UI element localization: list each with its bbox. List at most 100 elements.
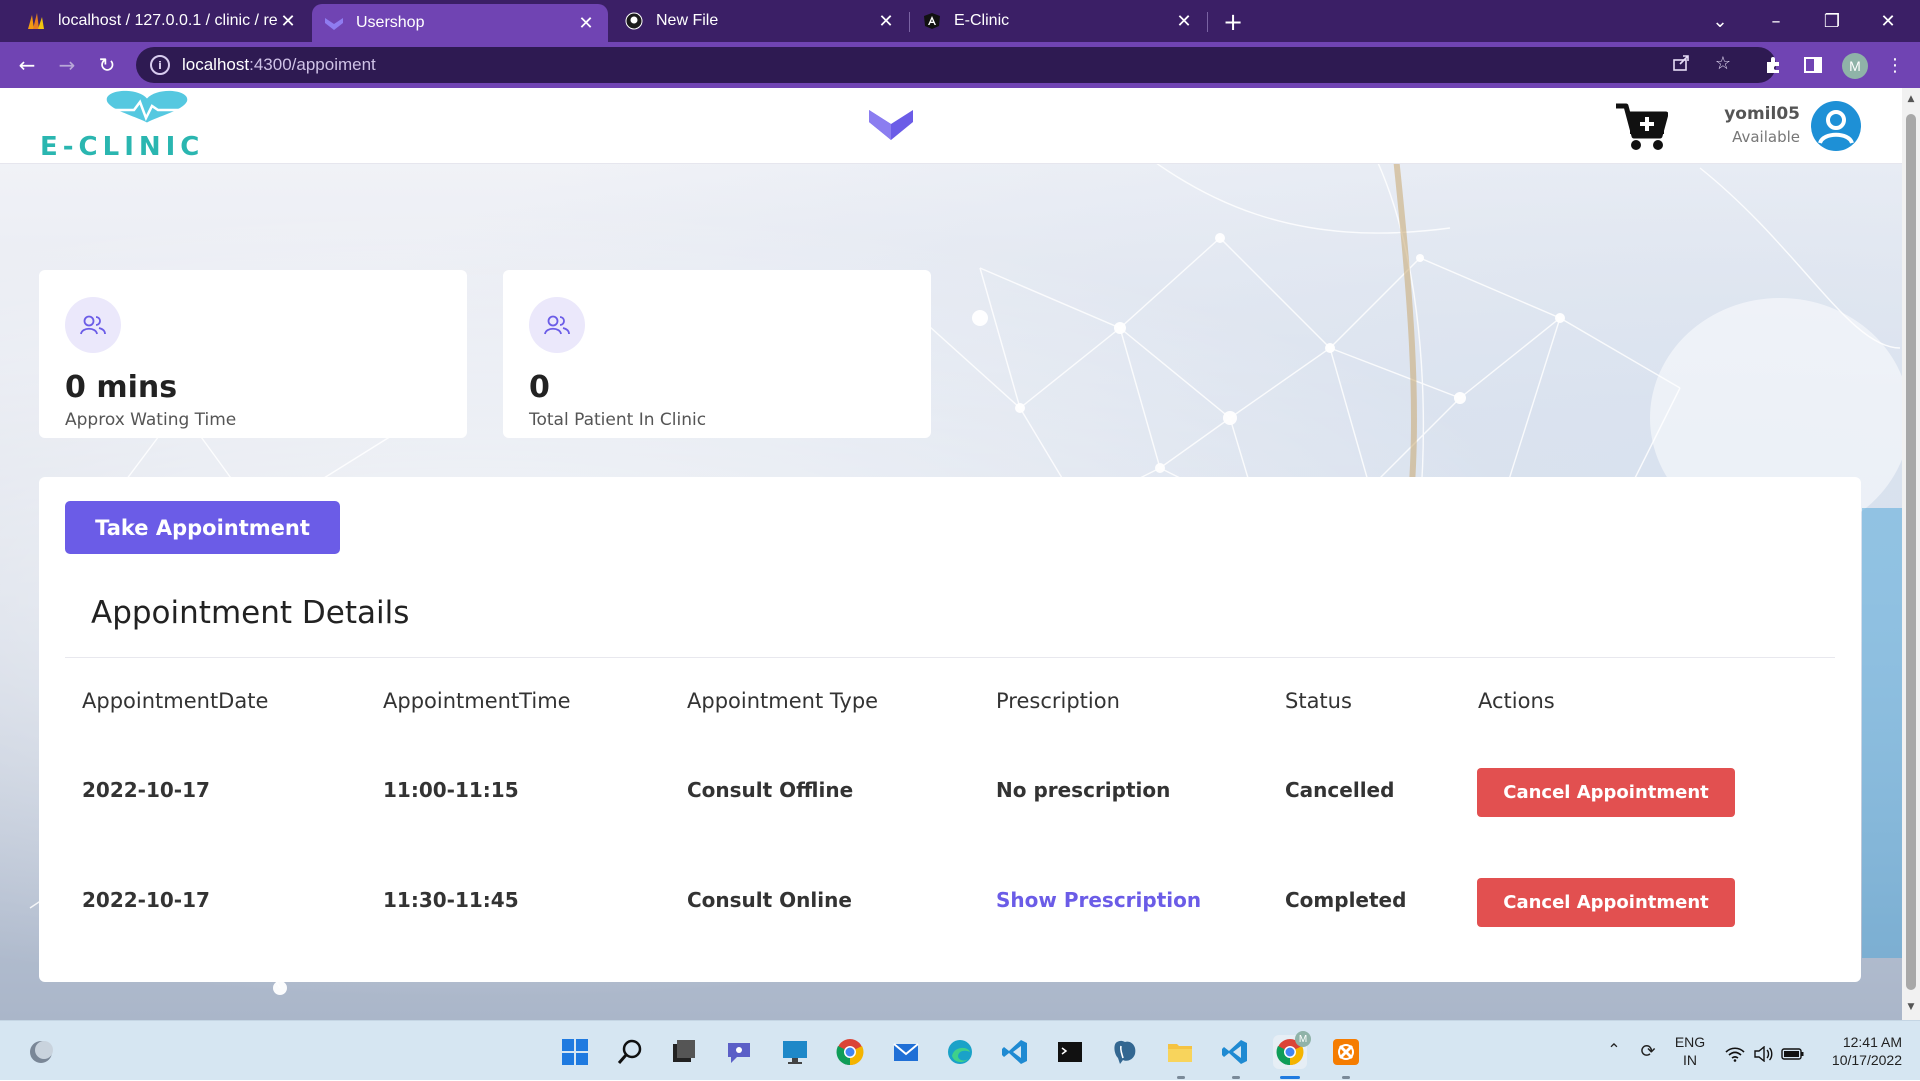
- take-appointment-button[interactable]: Take Appointment: [65, 501, 340, 554]
- add-to-cart-icon[interactable]: [1614, 102, 1668, 152]
- tab-search-icon[interactable]: ⌄: [1692, 0, 1748, 42]
- user-status: Available: [1732, 128, 1800, 146]
- user-avatar-icon[interactable]: [1811, 101, 1861, 151]
- url-text: localhost:4300/appoiment: [182, 55, 376, 74]
- terminal-icon[interactable]: [1053, 1035, 1087, 1069]
- tab-title: E-Clinic: [954, 12, 1010, 29]
- column-header-date: AppointmentDate: [82, 689, 269, 713]
- sync-icon[interactable]: ⟳: [1636, 1021, 1660, 1081]
- close-icon[interactable]: ✕: [1174, 11, 1194, 32]
- usershop-icon: [324, 13, 344, 33]
- mail-icon[interactable]: [889, 1035, 923, 1069]
- cancel-appointment-button[interactable]: Cancel Appointment: [1477, 878, 1735, 927]
- appointment-panel: Take Appointment Appointment Details App…: [39, 477, 1861, 982]
- tab-e-clinic[interactable]: E-Clinic ✕: [910, 4, 1206, 38]
- language-code: ENG: [1674, 1034, 1706, 1050]
- column-header-type: Appointment Type: [687, 689, 879, 713]
- github-icon: [624, 11, 644, 31]
- widgets-icon[interactable]: [24, 1035, 58, 1069]
- phpmyadmin-icon: [26, 11, 46, 31]
- patients-count-label: Total Patient In Clinic: [529, 410, 707, 430]
- xampp-icon[interactable]: [1329, 1035, 1363, 1069]
- browser-toolbar: ← → ↻ i localhost:4300/appoiment ☆ ⋮: [0, 42, 1920, 88]
- usershop-logo-icon[interactable]: [868, 106, 914, 142]
- region-code: IN: [1683, 1052, 1697, 1068]
- close-window-icon[interactable]: ✕: [1860, 0, 1916, 42]
- reload-icon[interactable]: ↻: [92, 50, 122, 80]
- search-icon[interactable]: [613, 1035, 647, 1069]
- new-tab-button[interactable]: +: [1218, 7, 1248, 37]
- users-icon: [65, 297, 121, 353]
- tab-new-file[interactable]: New File ✕: [612, 4, 908, 38]
- vscode-icon[interactable]: [998, 1035, 1032, 1069]
- share-icon[interactable]: [1668, 50, 1694, 76]
- tab-title: Usershop: [356, 14, 425, 31]
- tray-overflow-icon[interactable]: ⌃: [1604, 1021, 1624, 1081]
- page-scrollbar[interactable]: ▲ ▼: [1902, 88, 1920, 1020]
- app-header: E-CLINIC yomil05 Available: [0, 88, 1902, 164]
- bookmark-star-icon[interactable]: ☆: [1710, 50, 1736, 76]
- e-clinic-logo[interactable]: E-CLINIC: [38, 88, 264, 164]
- start-windows-icon[interactable]: [558, 1035, 592, 1069]
- divider: [65, 657, 1835, 658]
- clock[interactable]: 12:41 AM 10/17/2022: [1818, 1021, 1902, 1081]
- side-panel-icon[interactable]: [1798, 50, 1828, 80]
- profile-avatar[interactable]: M: [1842, 53, 1868, 79]
- windows-taskbar: M ⌃ ⟳ ENG IN 12:41 AM 10/17/2022: [0, 1020, 1920, 1080]
- show-prescription-link[interactable]: Show Prescription: [996, 888, 1201, 912]
- scroll-up-icon[interactable]: ▲: [1906, 94, 1916, 104]
- user-name: yomil05: [1724, 104, 1800, 124]
- waiting-time-card: 0 mins Approx Wating Time: [39, 270, 467, 438]
- patients-count-value: 0: [529, 370, 550, 405]
- menu-icon[interactable]: ⋮: [1880, 50, 1910, 80]
- minimize-icon[interactable]: –: [1748, 0, 1804, 42]
- column-header-prescription: Prescription: [996, 689, 1120, 713]
- monitor-app-icon[interactable]: [778, 1035, 812, 1069]
- language-indicator[interactable]: ENG IN: [1670, 1021, 1710, 1081]
- column-header-status: Status: [1285, 689, 1352, 713]
- site-info-icon[interactable]: i: [150, 55, 170, 75]
- logo-wordmark: E-CLINIC: [40, 132, 205, 162]
- running-indicator: [1177, 1076, 1185, 1079]
- address-bar[interactable]: i localhost:4300/appoiment: [136, 47, 1776, 83]
- vscode-icon[interactable]: [1218, 1035, 1252, 1069]
- active-indicator: [1280, 1076, 1300, 1079]
- cancel-appointment-button[interactable]: Cancel Appointment: [1477, 768, 1735, 817]
- column-header-time: AppointmentTime: [383, 689, 571, 713]
- forward-icon[interactable]: →: [52, 50, 82, 80]
- running-indicator: [1232, 1076, 1240, 1079]
- chrome-icon[interactable]: [833, 1035, 867, 1069]
- restore-icon[interactable]: ❐: [1804, 0, 1860, 42]
- scrollbar-thumb[interactable]: [1906, 114, 1916, 990]
- postgresql-icon[interactable]: [1108, 1035, 1142, 1069]
- appointment-date: 2022-10-17: [82, 888, 210, 912]
- file-explorer-icon[interactable]: [1163, 1035, 1197, 1069]
- volume-icon[interactable]: [1750, 1037, 1776, 1071]
- tab-divider: [1207, 12, 1208, 32]
- extensions-icon[interactable]: [1758, 50, 1788, 80]
- chrome-profile-icon[interactable]: M: [1273, 1031, 1311, 1069]
- tab-title: localhost / 127.0.0.1 / clinic / regi: [58, 12, 278, 29]
- tab-usershop[interactable]: Usershop ✕: [312, 4, 608, 42]
- prescription-text: No prescription: [996, 778, 1171, 802]
- task-view-icon[interactable]: [666, 1035, 700, 1069]
- close-icon[interactable]: ✕: [876, 11, 896, 32]
- close-icon[interactable]: ✕: [278, 11, 298, 32]
- chat-icon[interactable]: [722, 1035, 756, 1069]
- wifi-icon[interactable]: [1722, 1037, 1748, 1071]
- appointment-type: Consult Online: [687, 888, 852, 912]
- edge-icon[interactable]: [943, 1035, 977, 1069]
- angular-icon: [922, 11, 942, 31]
- battery-icon[interactable]: [1778, 1037, 1808, 1071]
- appointment-date: 2022-10-17: [82, 778, 210, 802]
- running-indicator: [1342, 1076, 1350, 1079]
- back-icon[interactable]: ←: [12, 50, 42, 80]
- tab-phpmyadmin[interactable]: localhost / 127.0.0.1 / clinic / regi ✕: [14, 4, 310, 38]
- clock-date: 10/17/2022: [1831, 1052, 1902, 1068]
- status-text: Completed: [1285, 888, 1407, 912]
- close-icon[interactable]: ✕: [576, 13, 596, 34]
- column-header-actions: Actions: [1478, 689, 1555, 713]
- status-text: Cancelled: [1285, 778, 1395, 802]
- page-viewport: E-CLINIC yomil05 Available 0 mins Approx…: [0, 88, 1902, 1020]
- scroll-down-icon[interactable]: ▼: [1906, 1002, 1916, 1012]
